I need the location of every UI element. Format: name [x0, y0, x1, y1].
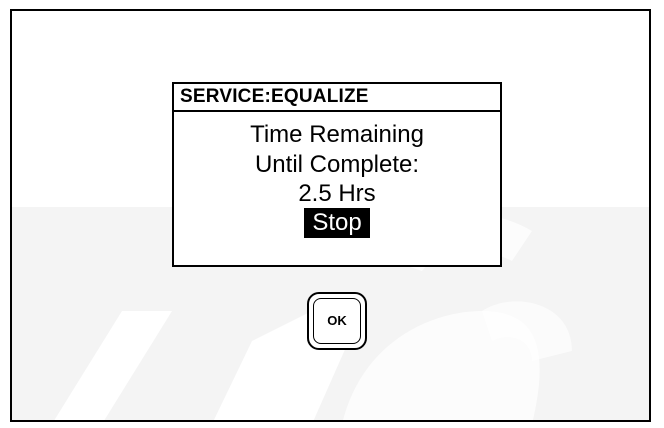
- display-panel: SERVICE:EQUALIZE Time Remaining Until Co…: [10, 9, 651, 422]
- dialog-body: Time Remaining Until Complete: 2.5 Hrs S…: [174, 112, 500, 238]
- equalize-dialog: SERVICE:EQUALIZE Time Remaining Until Co…: [172, 82, 502, 267]
- until-complete-label: Until Complete:: [254, 151, 420, 178]
- time-remaining-label: Time Remaining: [250, 121, 424, 148]
- dialog-title: SERVICE:EQUALIZE: [174, 84, 500, 112]
- ok-button[interactable]: OK: [307, 292, 367, 350]
- stop-button[interactable]: Stop: [304, 208, 370, 238]
- time-remaining-value: 2.5 Hrs: [298, 180, 376, 207]
- stop-row: Stop: [174, 208, 500, 238]
- ok-button-label: OK: [313, 298, 361, 344]
